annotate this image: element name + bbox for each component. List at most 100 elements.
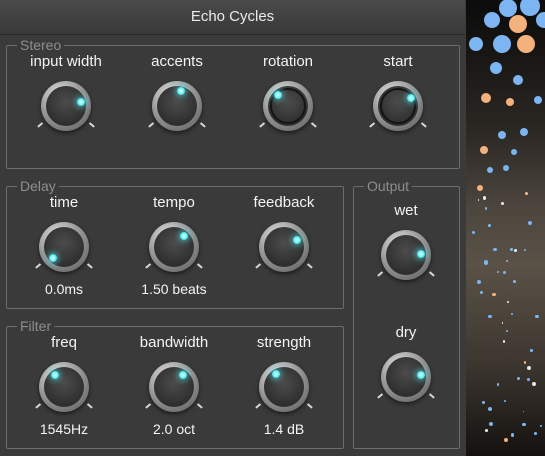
input-width-control: input width xyxy=(11,52,121,134)
input-width-label: input width xyxy=(30,53,102,70)
rotation-control: rotation xyxy=(233,52,343,134)
tempo-value: 1.50 beats xyxy=(141,281,207,297)
echo-bubble xyxy=(477,185,483,191)
echo-bubble xyxy=(502,340,506,343)
dry-label: dry xyxy=(395,324,417,341)
knob-indicator-dot xyxy=(176,87,185,96)
echo-bubble xyxy=(513,75,523,85)
echo-bubble xyxy=(503,399,507,403)
output-group-title: Output xyxy=(364,177,413,195)
echo-bubble xyxy=(502,271,506,275)
echo-bubble xyxy=(513,279,516,283)
knob-indicator-dot xyxy=(49,253,58,262)
echo-bubble xyxy=(510,248,513,251)
echo-bubble xyxy=(524,192,528,195)
bandwidth-control: bandwidth 2.0 oct xyxy=(119,333,229,439)
echo-bubble xyxy=(514,249,517,252)
bandwidth-value: 2.0 oct xyxy=(152,421,196,437)
echo-bubble xyxy=(520,0,540,16)
knob-indicator-dot xyxy=(178,370,187,379)
accents-control: accents xyxy=(122,52,232,134)
echo-bubble xyxy=(477,279,482,284)
plugin-panel: Stereo input width accents rotation star… xyxy=(0,35,465,456)
wet-label: wet xyxy=(394,202,418,219)
time-control: time 0.0ms xyxy=(9,193,119,299)
echo-bubble xyxy=(500,201,505,206)
echo-bubble xyxy=(485,428,488,432)
echo-bubble xyxy=(487,167,493,173)
echo-bubble xyxy=(506,98,514,106)
bandwidth-knob[interactable] xyxy=(144,359,204,415)
knob-indicator-dot xyxy=(76,98,85,107)
knob-indicator-dot xyxy=(180,232,189,241)
echo-bubble xyxy=(535,314,539,319)
echo-bubble xyxy=(510,433,515,437)
echo-bubble xyxy=(472,231,476,235)
time-label: time xyxy=(49,194,79,211)
echo-bubble xyxy=(509,15,527,33)
echo-bubble xyxy=(469,37,483,51)
knob-indicator-dot xyxy=(271,370,280,379)
dry-control: dry xyxy=(351,323,461,405)
echo-bubble xyxy=(523,361,526,364)
echo-bubble xyxy=(536,12,545,28)
echo-bubble xyxy=(527,221,532,226)
filter-group: Filter freq 1545Hz bandwidth 2.0 oct str… xyxy=(6,317,344,449)
echo-bubble xyxy=(481,93,491,103)
tempo-knob[interactable] xyxy=(144,219,204,275)
echo-bubble xyxy=(501,322,504,324)
accents-knob[interactable] xyxy=(147,78,207,134)
echo-bubble xyxy=(488,421,493,426)
echo-bubble xyxy=(480,146,488,154)
wet-control: wet xyxy=(351,201,461,283)
echo-bubble xyxy=(492,247,497,252)
echo-bubble xyxy=(532,381,537,386)
knob-indicator-dot xyxy=(416,370,425,379)
echo-visualizer xyxy=(466,0,545,456)
echo-bubble xyxy=(479,290,483,294)
echo-bubble xyxy=(496,383,500,386)
strength-knob[interactable] xyxy=(254,359,314,415)
feedback-label: feedback xyxy=(253,194,315,211)
echo-bubble xyxy=(483,260,489,265)
output-group: Output wet dry xyxy=(351,177,461,449)
freq-label: freq xyxy=(51,334,77,351)
knob-indicator-dot xyxy=(50,371,59,380)
echo-bubble xyxy=(527,365,532,370)
echo-bubble xyxy=(506,330,509,333)
freq-knob[interactable] xyxy=(34,359,94,415)
time-value: 0.0ms xyxy=(44,281,84,297)
echo-bubble xyxy=(477,199,480,201)
echo-bubble xyxy=(493,35,511,53)
echo-bubble xyxy=(506,259,508,262)
start-control: start xyxy=(343,52,453,134)
echo-bubble xyxy=(516,376,520,380)
echo-bubble xyxy=(491,292,496,297)
time-knob[interactable] xyxy=(34,219,94,275)
window-title: Echo Cycles xyxy=(0,0,465,35)
echo-bubble xyxy=(539,424,542,427)
dry-knob[interactable] xyxy=(376,349,436,405)
feedback-knob[interactable] xyxy=(254,219,314,275)
knob-indicator-dot xyxy=(274,90,283,99)
input-width-knob[interactable] xyxy=(36,78,96,134)
rotation-label: rotation xyxy=(262,53,314,70)
echo-bubble xyxy=(490,62,502,74)
echo-bubble xyxy=(522,422,526,426)
echo-bubble xyxy=(534,431,537,435)
echo-bubble xyxy=(488,407,492,412)
accents-label: accents xyxy=(151,53,203,70)
wet-knob[interactable] xyxy=(376,227,436,283)
tempo-label: tempo xyxy=(153,194,195,211)
freq-control: freq 1545Hz xyxy=(9,333,119,439)
feedback-control: feedback xyxy=(229,193,339,275)
echo-bubble xyxy=(511,312,514,315)
strength-control: strength 1.4 dB xyxy=(229,333,339,439)
bandwidth-label: bandwidth xyxy=(139,334,209,351)
echo-bubble xyxy=(522,410,525,413)
echo-bubble xyxy=(482,196,487,200)
rotation-knob[interactable] xyxy=(258,78,318,134)
echo-bubble xyxy=(520,128,528,136)
start-knob[interactable] xyxy=(368,78,428,134)
echo-bubble xyxy=(534,96,542,104)
